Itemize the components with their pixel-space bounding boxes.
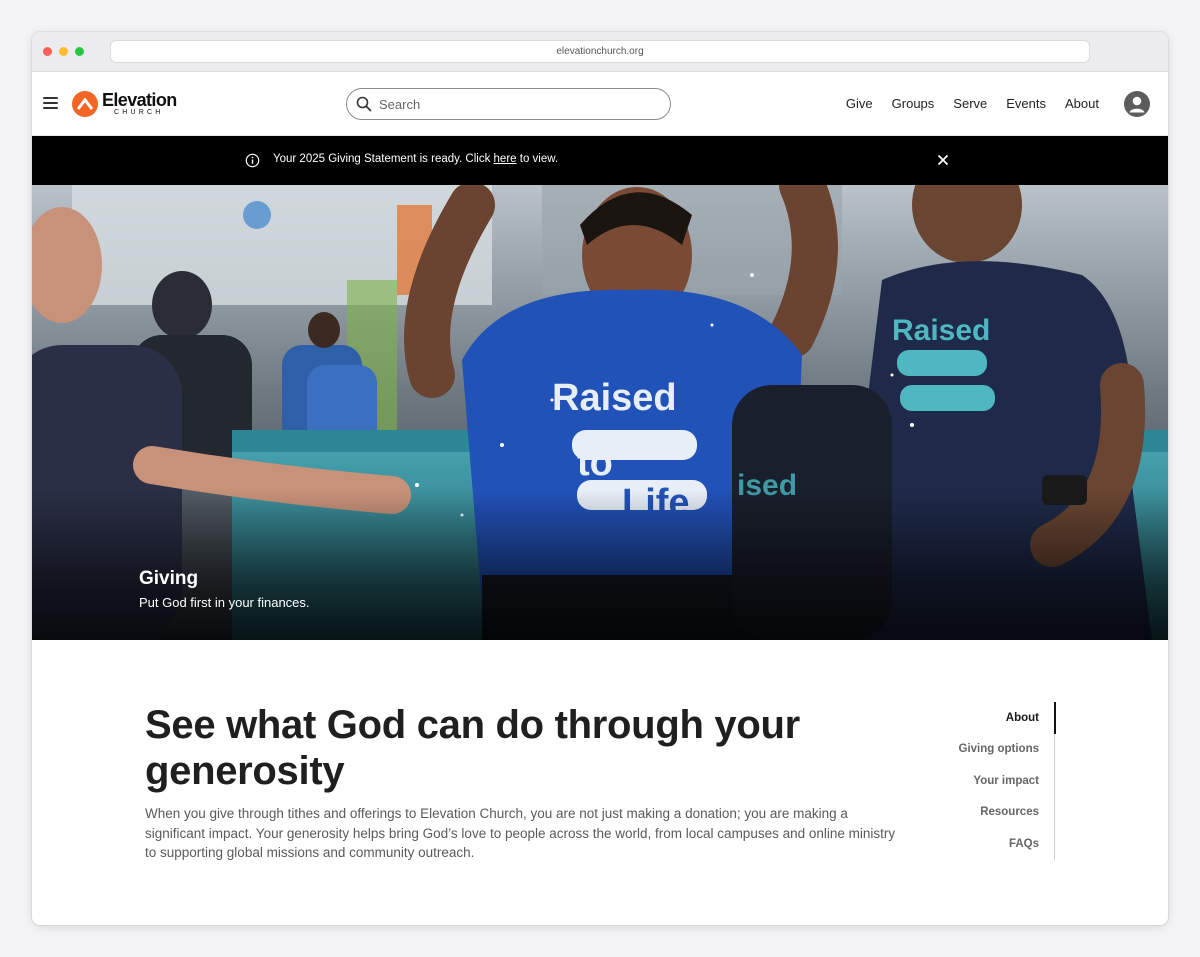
intro-paragraph: When you give through tithes and offerin… xyxy=(145,806,896,860)
hero-subtitle: Put God first in your finances. xyxy=(139,595,310,610)
close-window-button[interactable] xyxy=(43,47,52,56)
logo[interactable]: Elevation CHURCH xyxy=(72,90,177,118)
hero-title: Giving xyxy=(139,568,199,589)
info-icon xyxy=(245,153,260,168)
minimize-window-button[interactable] xyxy=(59,47,68,56)
window-controls xyxy=(43,47,84,56)
nav-about[interactable]: About xyxy=(1065,96,1099,111)
section-nav-your-impact[interactable]: Your impact xyxy=(973,775,1039,787)
nav-groups[interactable]: Groups xyxy=(892,96,935,111)
shirt-text-to: to xyxy=(577,442,613,484)
address-bar[interactable]: elevationchurch.org xyxy=(110,40,1090,63)
logo-subtitle: CHURCH xyxy=(114,109,164,116)
browser-window: elevationchurch.org Elevation CHURCH Sea… xyxy=(32,32,1168,925)
site-header: Elevation CHURCH Give Groups Serve Event… xyxy=(32,72,1168,136)
search-bar xyxy=(346,88,671,120)
shirt-text-raised: Raised xyxy=(552,377,677,419)
nav-give[interactable]: Give xyxy=(846,96,873,111)
main-nav: Give Groups Serve Events About xyxy=(846,96,1099,111)
close-icon[interactable] xyxy=(936,153,950,167)
menu-icon[interactable] xyxy=(43,97,58,109)
search-icon xyxy=(356,96,372,112)
hero-overlay xyxy=(32,490,1168,640)
announcement-banner: Your 2025 Giving Statement is ready. Cli… xyxy=(32,136,1168,185)
announcement-link[interactable]: here xyxy=(494,153,517,165)
announcement-text: Your 2025 Giving Statement is ready. Cli… xyxy=(273,153,559,165)
section-nav-faqs[interactable]: FAQs xyxy=(1009,838,1039,850)
hero-banner: Raised to Life Raised ised Giving Put G xyxy=(32,185,1168,640)
page-heading: See what God can do through your generos… xyxy=(145,703,800,793)
nav-events[interactable]: Events xyxy=(1006,96,1046,111)
browser-chrome: elevationchurch.org xyxy=(32,32,1168,72)
section-nav-giving-options[interactable]: Giving options xyxy=(959,743,1040,755)
search-input[interactable] xyxy=(379,96,659,112)
account-avatar-icon[interactable] xyxy=(1124,91,1150,117)
elevation-logo-icon xyxy=(72,91,98,117)
nav-serve[interactable]: Serve xyxy=(953,96,987,111)
active-indicator xyxy=(1054,702,1056,734)
section-nav-about[interactable]: About xyxy=(1006,712,1039,724)
section-nav: About Giving options Your impact Resourc… xyxy=(912,702,1056,861)
section-nav-resources[interactable]: Resources xyxy=(980,806,1039,818)
logo-wordmark: Elevation xyxy=(102,90,177,110)
svg-text:Raised: Raised xyxy=(892,314,990,347)
maximize-window-button[interactable] xyxy=(75,47,84,56)
